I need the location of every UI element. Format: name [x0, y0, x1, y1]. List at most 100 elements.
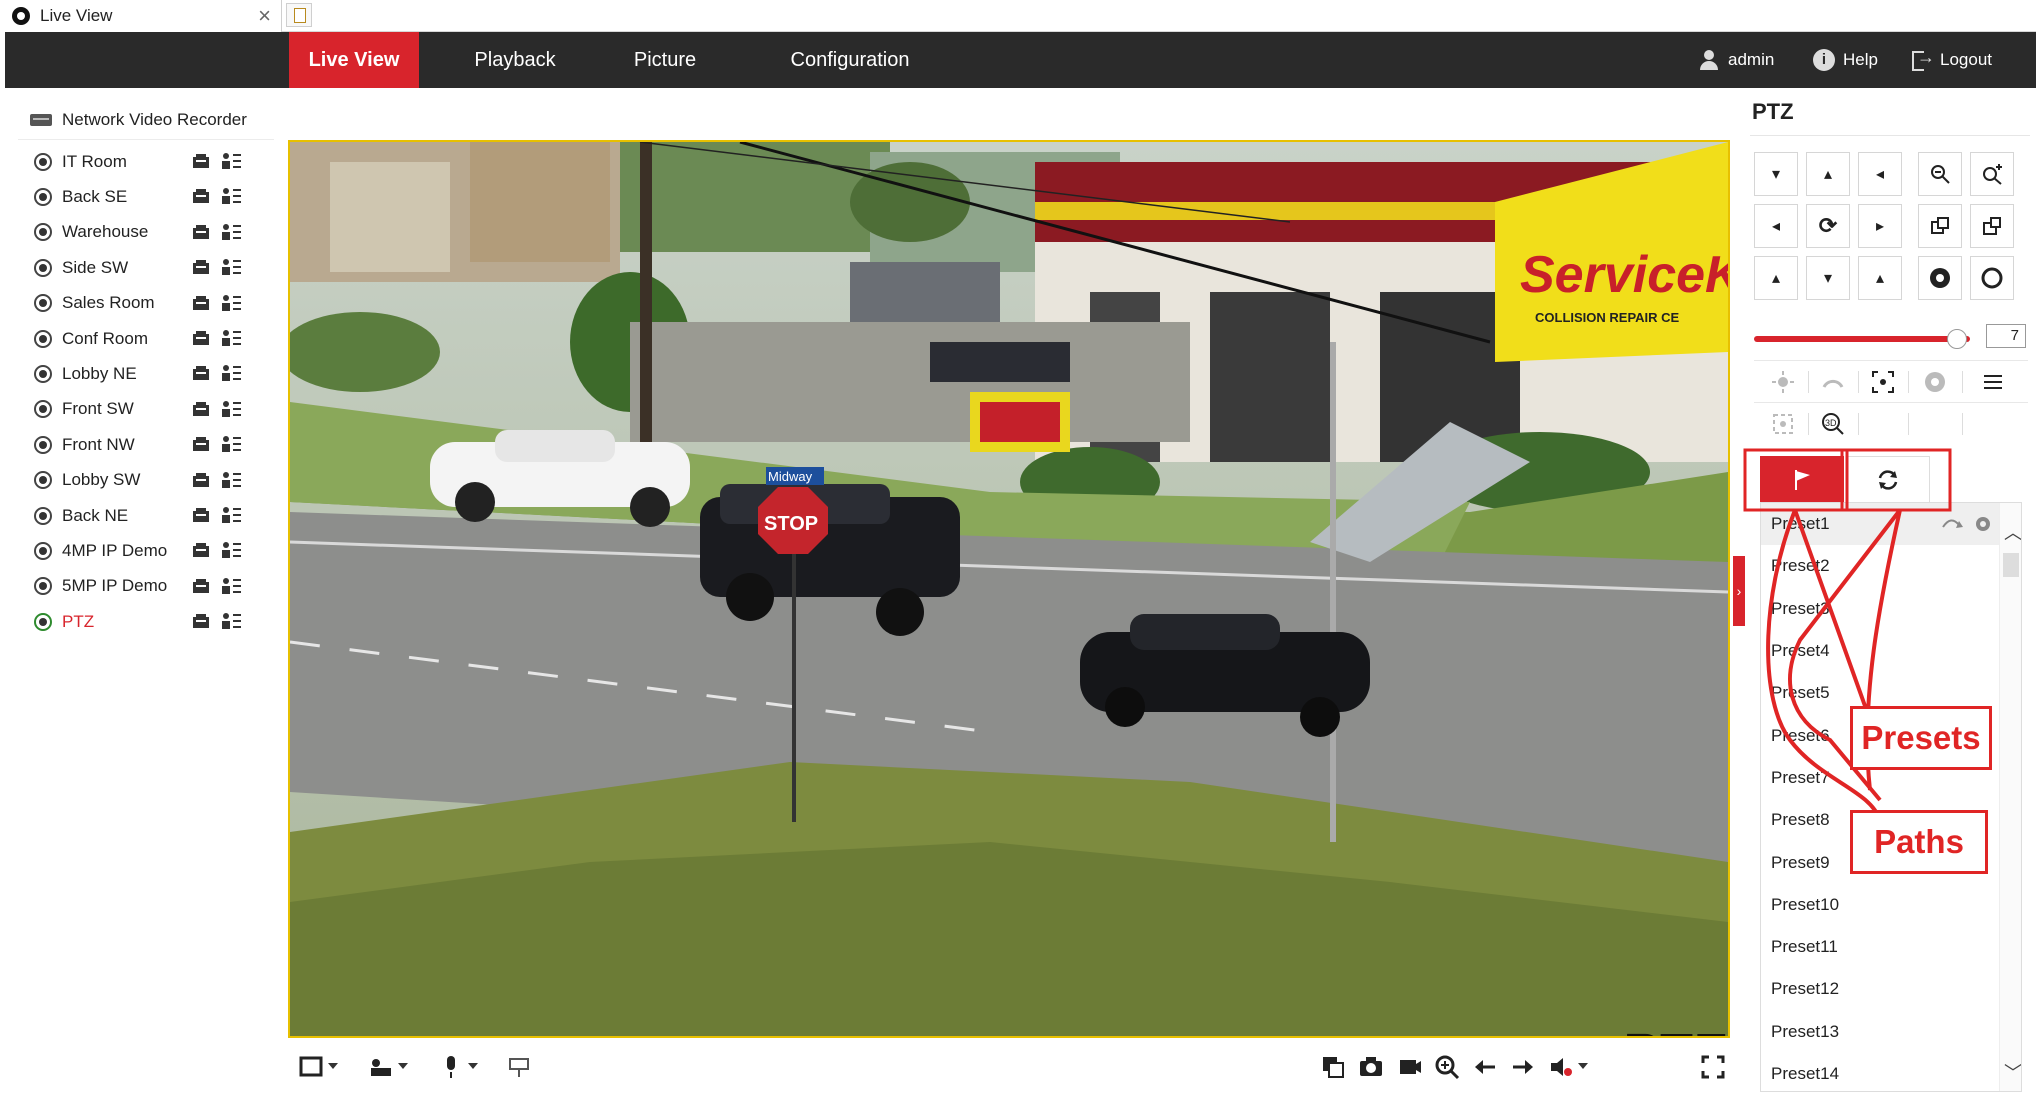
start-live-icon[interactable] — [192, 365, 212, 381]
close-tab-icon[interactable]: × — [258, 3, 271, 29]
start-live-icon[interactable] — [192, 224, 212, 240]
preset-settings-gear-icon[interactable] — [1976, 517, 1990, 531]
live-video-window[interactable]: ServiceKing COLLISION REPAIR CE — [288, 140, 1730, 1038]
window-layout-button[interactable] — [298, 1054, 338, 1080]
panel-expander-icon[interactable]: › — [1733, 556, 1745, 626]
camera-item[interactable]: 5MP IP Demo — [18, 569, 274, 604]
capture-button[interactable] — [1358, 1054, 1384, 1080]
tab-paths[interactable] — [1846, 456, 1930, 504]
preset-item[interactable]: Preset11 — [1761, 926, 2021, 968]
iris-close-button[interactable] — [1970, 256, 2014, 300]
camera-item[interactable]: PTZ — [18, 604, 274, 639]
start-live-icon[interactable] — [192, 188, 212, 204]
record-button[interactable] — [1396, 1054, 1422, 1080]
preset-item[interactable]: Preset13 — [1761, 1011, 2021, 1053]
scroll-down-icon[interactable]: ﹀ — [2004, 1059, 2021, 1085]
ptz-menu-button[interactable] — [1980, 369, 2006, 395]
microphone-button[interactable] — [438, 1054, 478, 1080]
start-live-icon[interactable] — [192, 295, 212, 311]
stream-select-icon[interactable] — [220, 470, 242, 490]
user-menu[interactable]: admin — [1698, 32, 1774, 88]
stream-select-icon[interactable] — [220, 257, 242, 277]
ptz-speed-slider-track[interactable] — [1754, 336, 1970, 342]
stream-select-icon[interactable] — [220, 434, 242, 454]
tab-configuration[interactable]: Configuration — [760, 32, 940, 88]
ptz-up-left-button[interactable]: ▾ — [1754, 152, 1798, 196]
call-preset-icon[interactable] — [1942, 519, 1963, 528]
stream-select-icon[interactable] — [220, 576, 242, 596]
camera-item[interactable]: Warehouse — [18, 215, 274, 250]
ptz-right-button[interactable]: ▸ — [1858, 204, 1902, 248]
lens-init-button[interactable] — [1922, 369, 1948, 395]
preset-item[interactable]: Preset1 — [1761, 503, 2021, 546]
zoom-in-button[interactable] — [1970, 152, 2014, 196]
preset-item[interactable]: Preset2 — [1761, 545, 2021, 587]
help-link[interactable]: i Help — [1813, 32, 1878, 88]
stream-select-icon[interactable] — [220, 186, 242, 206]
camera-item[interactable]: Lobby NE — [18, 356, 274, 391]
ptz-speed-slider-knob[interactable] — [1947, 329, 1968, 349]
start-live-icon[interactable] — [192, 153, 212, 169]
iris-open-button[interactable] — [1918, 256, 1962, 300]
camera-item[interactable]: Back SE — [18, 179, 274, 214]
stream-select-icon[interactable] — [220, 151, 242, 171]
start-live-icon[interactable] — [192, 259, 212, 275]
tab-presets[interactable] — [1760, 456, 1844, 504]
stream-select-icon[interactable] — [220, 505, 242, 525]
zoom-out-button[interactable] — [1918, 152, 1962, 196]
ptz-down-right-button[interactable]: ▴ — [1858, 256, 1902, 300]
ptz-up-button[interactable]: ▴ — [1806, 152, 1850, 196]
start-live-icon[interactable] — [192, 401, 212, 417]
preset-item[interactable]: Preset12 — [1761, 968, 2021, 1010]
stream-type-button[interactable] — [368, 1054, 408, 1080]
camera-item[interactable]: Side SW — [18, 250, 274, 285]
ptz-left-button[interactable]: ◂ — [1754, 204, 1798, 248]
ptz-up-right-button[interactable]: ◂ — [1858, 152, 1902, 196]
3d-zoom-button[interactable]: 3D — [1820, 411, 1846, 437]
nvr-root[interactable]: Network Video Recorder — [18, 100, 274, 140]
stream-select-icon[interactable] — [220, 328, 242, 348]
audio-button[interactable] — [1548, 1054, 1588, 1080]
stream-select-icon[interactable] — [220, 293, 242, 313]
new-tab-icon[interactable] — [286, 3, 312, 27]
preset-item[interactable]: Preset3 — [1761, 588, 2021, 630]
scroll-thumb[interactable] — [2003, 553, 2019, 577]
tab-playback[interactable]: Playback — [445, 32, 585, 88]
ptz-auto-scan-button[interactable]: ⟳ — [1806, 204, 1850, 248]
preset-item[interactable]: Preset10 — [1761, 884, 2021, 926]
manual-tracking-button[interactable] — [1770, 411, 1796, 437]
stream-select-icon[interactable] — [220, 611, 242, 631]
camera-item[interactable]: Conf Room — [18, 321, 274, 356]
focus-far-button[interactable] — [1970, 204, 2014, 248]
camera-item[interactable]: Sales Room — [18, 286, 274, 321]
stream-select-icon[interactable] — [220, 363, 242, 383]
start-live-icon[interactable] — [192, 542, 212, 558]
camera-item[interactable]: Front SW — [18, 392, 274, 427]
focus-near-button[interactable] — [1918, 204, 1962, 248]
browser-tab[interactable]: Live View × — [0, 0, 282, 32]
start-live-icon[interactable] — [192, 507, 212, 523]
logout-link[interactable]: Logout — [1910, 32, 1992, 88]
camera-item[interactable]: 4MP IP Demo — [18, 533, 274, 568]
preset-item[interactable]: Preset14 — [1761, 1053, 2021, 1091]
scroll-up-icon[interactable]: ︿ — [2004, 519, 2021, 545]
stream-select-icon[interactable] — [220, 222, 242, 242]
ptz-down-left-button[interactable]: ▴ — [1754, 256, 1798, 300]
wiper-button[interactable] — [1820, 369, 1846, 395]
camera-item[interactable]: IT Room — [18, 144, 274, 179]
preset-scrollbar[interactable]: ︿ ﹀ — [1999, 503, 2021, 1091]
stream-select-icon[interactable] — [220, 399, 242, 419]
light-button[interactable] — [1770, 369, 1796, 395]
prev-camera-button[interactable] — [1472, 1054, 1498, 1080]
start-live-icon[interactable] — [192, 578, 212, 594]
start-live-icon[interactable] — [192, 613, 212, 629]
preset-item[interactable]: Preset4 — [1761, 630, 2021, 672]
start-live-icon[interactable] — [192, 330, 212, 346]
next-camera-button[interactable] — [1510, 1054, 1536, 1080]
previous-page-button[interactable] — [1320, 1054, 1346, 1080]
zoom-button[interactable] — [1434, 1054, 1460, 1080]
aux-focus-button[interactable] — [1870, 369, 1896, 395]
digital-zoom-button[interactable] — [506, 1054, 532, 1080]
start-live-icon[interactable] — [192, 472, 212, 488]
tab-picture[interactable]: Picture — [605, 32, 725, 88]
